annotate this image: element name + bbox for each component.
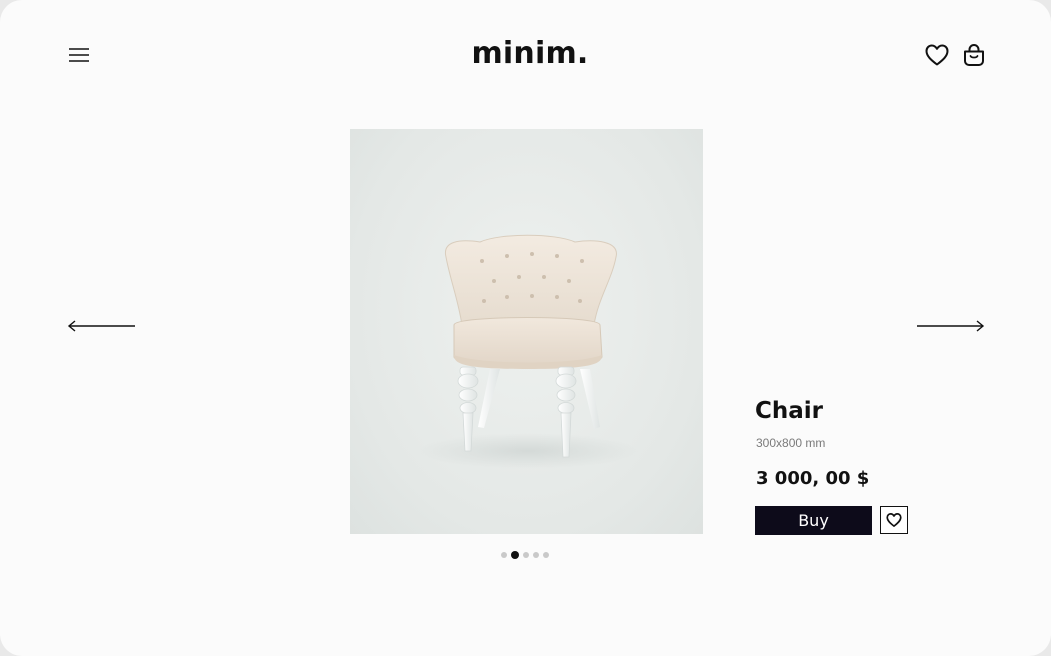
shopping-bag-icon	[964, 43, 984, 66]
next-slide-button[interactable]	[914, 316, 986, 336]
chair-illustration	[418, 234, 638, 469]
previous-slide-button[interactable]	[66, 316, 138, 336]
arrow-right-icon	[917, 320, 985, 332]
heart-icon	[886, 513, 902, 527]
carousel-dot[interactable]	[533, 552, 539, 558]
carousel-dot[interactable]	[543, 552, 549, 558]
product-dimensions: 300x800 mm	[756, 436, 826, 450]
menu-button[interactable]	[64, 40, 94, 70]
heart-icon	[925, 44, 949, 66]
product-price: 3 000, 00 $	[756, 468, 870, 489]
carousel-pagination	[501, 551, 549, 559]
carousel-dot[interactable]	[523, 552, 529, 558]
page-frame: minim. Chair 300x800 mm 3 000, 00 $ Buy	[0, 0, 1051, 656]
product-image	[350, 129, 703, 534]
add-to-favorites-button[interactable]	[880, 506, 908, 534]
carousel-dot-active[interactable]	[511, 551, 519, 559]
arrow-left-icon	[67, 320, 135, 332]
carousel-dot[interactable]	[501, 552, 507, 558]
cart-button[interactable]	[960, 41, 988, 69]
buy-button[interactable]: Buy	[755, 506, 872, 535]
product-name: Chair	[755, 398, 824, 424]
wishlist-button[interactable]	[923, 41, 951, 69]
brand-logo[interactable]: minim.	[430, 36, 630, 71]
hamburger-menu-icon	[69, 48, 89, 62]
